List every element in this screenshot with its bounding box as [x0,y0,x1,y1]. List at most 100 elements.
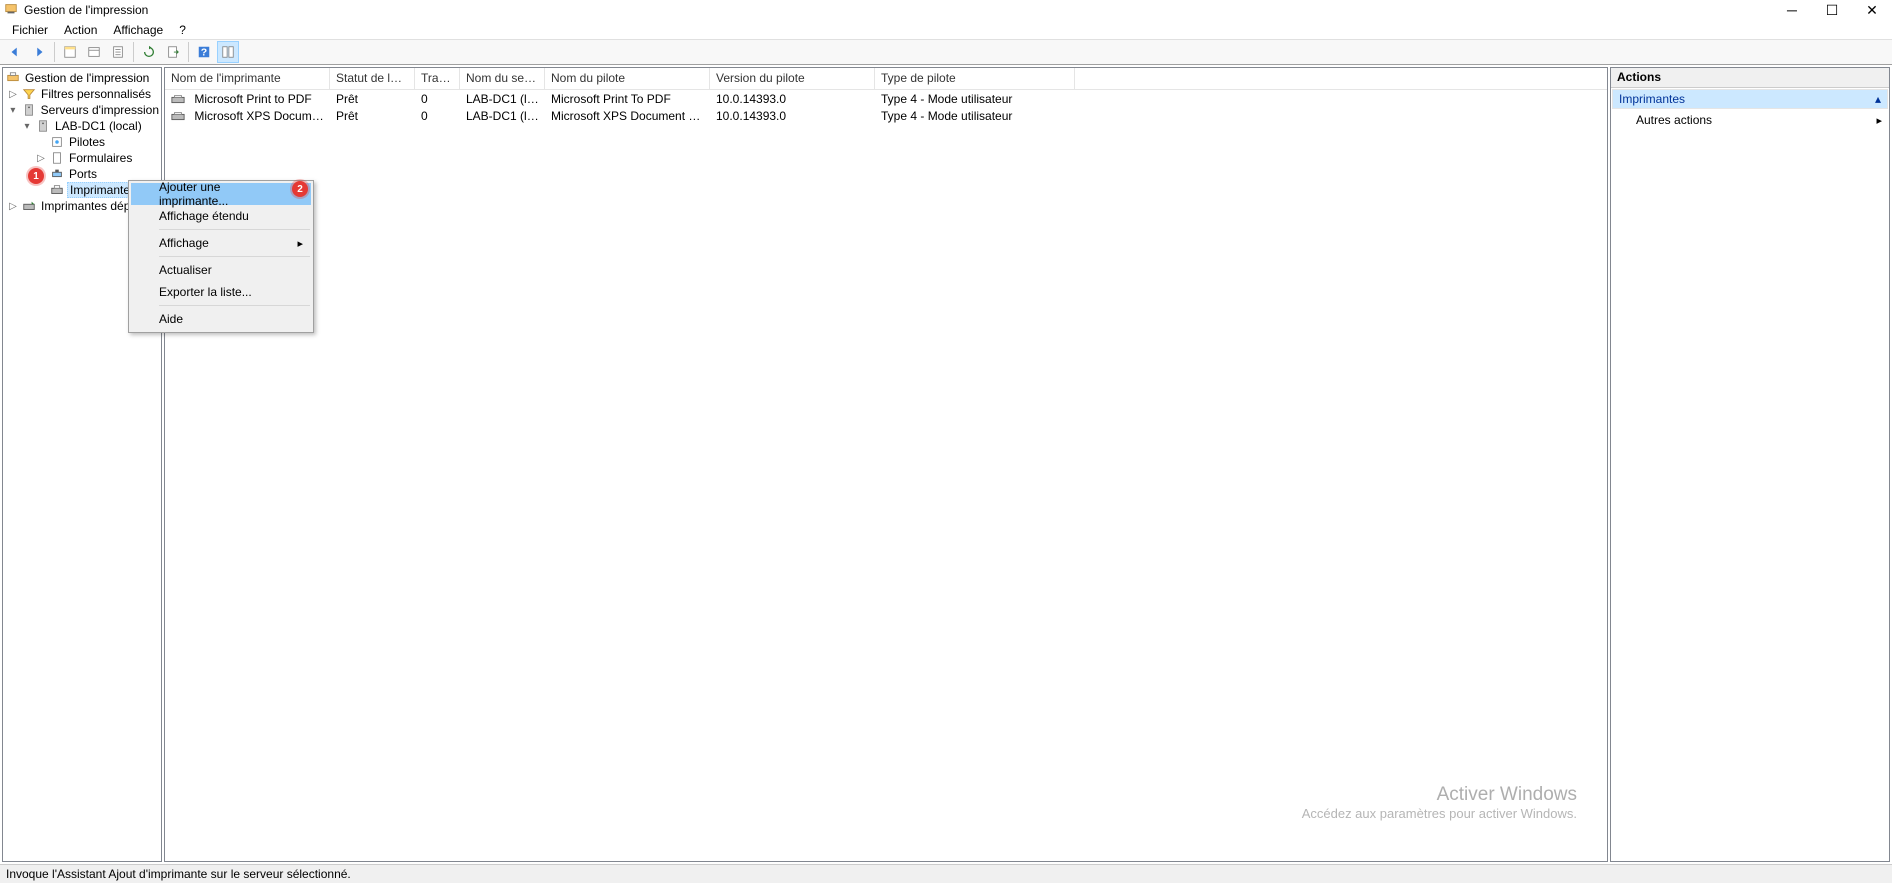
tree-ports-label: Ports [67,167,99,181]
tree-servers-label: Serveurs d'impression [39,103,161,117]
cell-version: 10.0.14393.0 [710,109,875,123]
col-queue-status[interactable]: Statut de la file... [330,68,415,89]
maximize-button[interactable]: ☐ [1824,2,1840,18]
cell-printer-name: Microsoft Print to PDF [194,92,311,106]
actions-more[interactable]: Autres actions ▸ [1612,110,1888,130]
back-button[interactable] [4,41,26,63]
chevron-right-icon: ▸ [297,237,303,250]
table-row[interactable]: Microsoft Print to PDF Prêt 0 LAB-DC1 (l… [165,90,1607,107]
status-text: Invoque l'Assistant Ajout d'imprimante s… [6,867,351,881]
ctx-add-printer[interactable]: Ajouter une imprimante... [131,183,311,205]
ctx-refresh[interactable]: Actualiser [131,259,311,281]
cell-jobs: 0 [415,92,460,106]
export-button[interactable] [107,41,129,63]
watermark-subtitle: Accédez aux paramètres pour activer Wind… [1302,806,1577,821]
properties-button[interactable] [83,41,105,63]
tree-custom-filters[interactable]: ▷ Filtres personnalisés [3,86,161,102]
col-driver-version[interactable]: Version du pilote [710,68,875,89]
cell-printer-name: Microsoft XPS Document Writer [194,109,330,123]
deployed-icon [21,198,37,214]
col-jobs[interactable]: Travau... [415,68,460,89]
annotation-badge-2: 2 [292,181,308,197]
toolbar-separator [133,42,134,62]
tree-server-node[interactable]: ▾ LAB-DC1 (local) [3,118,161,134]
ctx-help[interactable]: Aide [131,308,311,330]
ctx-view[interactable]: Affichage ▸ [131,232,311,254]
expand-icon[interactable]: ▷ [7,201,19,212]
printer-management-icon [5,70,21,86]
toolbar-separator [54,42,55,62]
cell-version: 10.0.14393.0 [710,92,875,106]
forward-button[interactable] [28,41,50,63]
collapse-icon[interactable]: ▾ [7,105,19,116]
refresh-button[interactable] [138,41,160,63]
ports-icon [49,166,65,182]
printer-row-icon [171,93,187,105]
ctx-help-label: Aide [159,312,183,326]
expand-icon[interactable]: ▷ [35,153,47,164]
cell-status: Prêt [330,109,415,123]
list-pane: Nom de l'imprimante Statut de la file...… [164,67,1608,862]
actions-section-printers[interactable]: Imprimantes ▴ [1612,89,1888,109]
collapse-up-icon: ▴ [1875,92,1881,106]
tree-drivers[interactable]: Pilotes [3,134,161,150]
server-icon [21,102,37,118]
tree-root[interactable]: Gestion de l'impression [3,70,161,86]
cell-server: LAB-DC1 (local) [460,109,545,123]
forms-icon [49,150,65,166]
title-bar: Gestion de l'impression ─ ☐ ✕ [0,0,1892,20]
server-icon [35,118,51,134]
windows-activation-watermark: Activer Windows Accédez aux paramètres p… [1302,784,1577,821]
driver-icon [49,134,65,150]
menu-separator [159,256,310,257]
collapse-icon[interactable]: ▾ [21,121,33,132]
menu-help[interactable]: ? [173,22,192,38]
toolbar-separator [188,42,189,62]
ctx-extended-view[interactable]: Affichage étendu [131,205,311,227]
actions-more-label: Autres actions [1636,113,1712,127]
show-hide-button[interactable] [59,41,81,63]
menu-file[interactable]: Fichier [6,22,54,38]
printer-row-icon [171,110,187,122]
menu-bar: Fichier Action Affichage ? [0,20,1892,39]
col-printer-name[interactable]: Nom de l'imprimante [165,68,330,89]
view-toggle-button[interactable] [217,41,239,63]
chevron-right-icon: ▸ [1876,114,1882,127]
tree-server-label: LAB-DC1 (local) [53,119,144,133]
close-button[interactable]: ✕ [1864,2,1880,18]
cell-type: Type 4 - Mode utilisateur [875,92,1075,106]
menu-separator [159,229,310,230]
window-title: Gestion de l'impression [24,3,1784,17]
actions-pane: Actions Imprimantes ▴ Autres actions ▸ [1610,67,1890,862]
help-button[interactable]: ? [193,41,215,63]
toolbar: ? [0,39,1892,65]
tree-print-servers[interactable]: ▾ Serveurs d'impression [3,102,161,118]
table-row[interactable]: Microsoft XPS Document Writer Prêt 0 LAB… [165,107,1607,124]
cell-driver: Microsoft Print To PDF [545,92,710,106]
tree-forms[interactable]: ▷ Formulaires [3,150,161,166]
app-icon [4,2,20,18]
actions-header: Actions [1611,68,1889,88]
cell-jobs: 0 [415,109,460,123]
menu-view[interactable]: Affichage [107,22,169,38]
cell-status: Prêt [330,92,415,106]
col-driver-name[interactable]: Nom du pilote [545,68,710,89]
cell-driver: Microsoft XPS Document Writer v4 [545,109,710,123]
context-menu: Ajouter une imprimante... Affichage éten… [128,180,314,333]
menu-action[interactable]: Action [58,22,103,38]
expand-icon[interactable]: ▷ [7,89,19,100]
ctx-export-list[interactable]: Exporter la liste... [131,281,311,303]
export-list-button[interactable] [162,41,184,63]
status-bar: Invoque l'Assistant Ajout d'imprimante s… [0,864,1892,883]
svg-text:?: ? [201,47,207,59]
ctx-refresh-label: Actualiser [159,263,212,277]
menu-separator [159,305,310,306]
printers-icon [49,182,65,198]
col-server-name[interactable]: Nom du serveur [460,68,545,89]
tree-drivers-label: Pilotes [67,135,107,149]
cell-server: LAB-DC1 (local) [460,92,545,106]
minimize-button[interactable]: ─ [1784,2,1800,18]
col-driver-type[interactable]: Type de pilote [875,68,1075,89]
ctx-add-printer-label: Ajouter une imprimante... [159,180,287,208]
tree-forms-label: Formulaires [67,151,134,165]
